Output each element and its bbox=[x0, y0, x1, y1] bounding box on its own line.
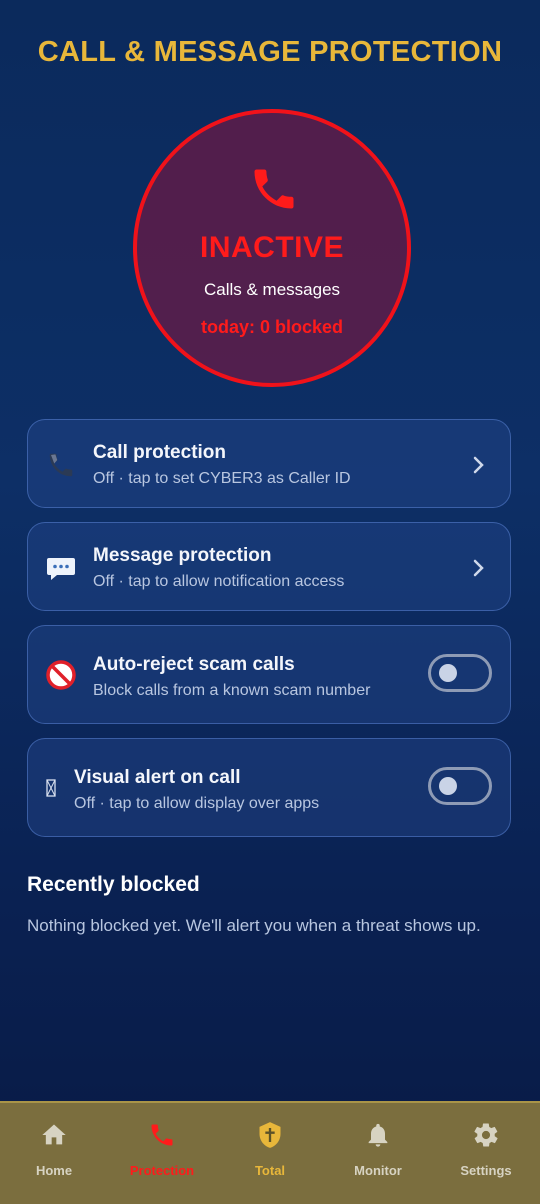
toggle-knob bbox=[439, 777, 457, 795]
nav-item-protection[interactable]: Protection bbox=[108, 1103, 216, 1204]
nav-item-total[interactable]: Total bbox=[216, 1103, 324, 1204]
chevron-right-icon bbox=[473, 456, 484, 474]
nav-item-home[interactable]: Home bbox=[0, 1103, 108, 1204]
status-label: INACTIVE bbox=[199, 231, 344, 264]
call-protection-card[interactable]: Call protection Off · tap to set CYBER3 … bbox=[27, 419, 511, 508]
shield-cross-icon bbox=[259, 1122, 281, 1148]
visual-alert-card: Visual alert on call Off · tap to allow … bbox=[27, 738, 511, 837]
card-title: Visual alert on call bbox=[74, 767, 241, 788]
message-icon bbox=[47, 558, 75, 580]
bell-icon bbox=[368, 1123, 388, 1147]
gear-icon bbox=[474, 1123, 498, 1147]
status-subtitle: Calls & messages bbox=[203, 280, 341, 299]
visual-alert-toggle[interactable] bbox=[428, 767, 492, 805]
card-subtitle: Off · tap to allow display over apps bbox=[74, 795, 320, 812]
nav-item-settings[interactable]: Settings bbox=[432, 1103, 540, 1204]
card-subtitle: Off · tap to set CYBER3 as Caller ID bbox=[93, 470, 351, 487]
card-subtitle: Block calls from a known scam number bbox=[93, 682, 371, 699]
auto-reject-card: Auto-reject scam calls Block calls from … bbox=[27, 625, 511, 724]
message-protection-card[interactable]: Message protection Off · tap to allow no… bbox=[27, 522, 511, 611]
card-subtitle: Off · tap to allow notification access bbox=[93, 573, 345, 590]
page-title: CALL & MESSAGE PROTECTION bbox=[37, 36, 503, 68]
card-title: Call protection bbox=[93, 442, 227, 463]
phone-icon bbox=[151, 1124, 173, 1146]
phone-icon bbox=[254, 169, 294, 209]
phone-icon bbox=[49, 453, 73, 477]
recently-blocked-heading: Recently blocked bbox=[27, 873, 200, 896]
blocked-today-count: today: 0 blocked bbox=[200, 317, 344, 337]
auto-reject-toggle[interactable] bbox=[428, 654, 492, 692]
chevron-right-icon bbox=[473, 559, 484, 577]
nav-label: Home bbox=[35, 1163, 73, 1178]
card-title: Message protection bbox=[93, 545, 272, 566]
prohibited-icon bbox=[46, 660, 76, 690]
recently-blocked-empty-text: Nothing blocked yet. We'll alert you whe… bbox=[27, 916, 481, 935]
nav-label: Total bbox=[254, 1163, 286, 1178]
bottom-navigation: Home Protection Total Monitor Settings bbox=[0, 1101, 540, 1204]
toggle-knob bbox=[439, 664, 457, 682]
nav-label: Monitor bbox=[354, 1163, 402, 1178]
nav-label: Protection bbox=[129, 1163, 195, 1178]
card-title: Auto-reject scam calls bbox=[93, 654, 295, 675]
nav-label: Settings bbox=[460, 1163, 512, 1178]
home-icon bbox=[42, 1124, 66, 1145]
protection-status-circle[interactable]: INACTIVE Calls & messages today: 0 block… bbox=[133, 109, 411, 387]
missing-glyph-icon bbox=[46, 779, 56, 797]
nav-item-monitor[interactable]: Monitor bbox=[324, 1103, 432, 1204]
